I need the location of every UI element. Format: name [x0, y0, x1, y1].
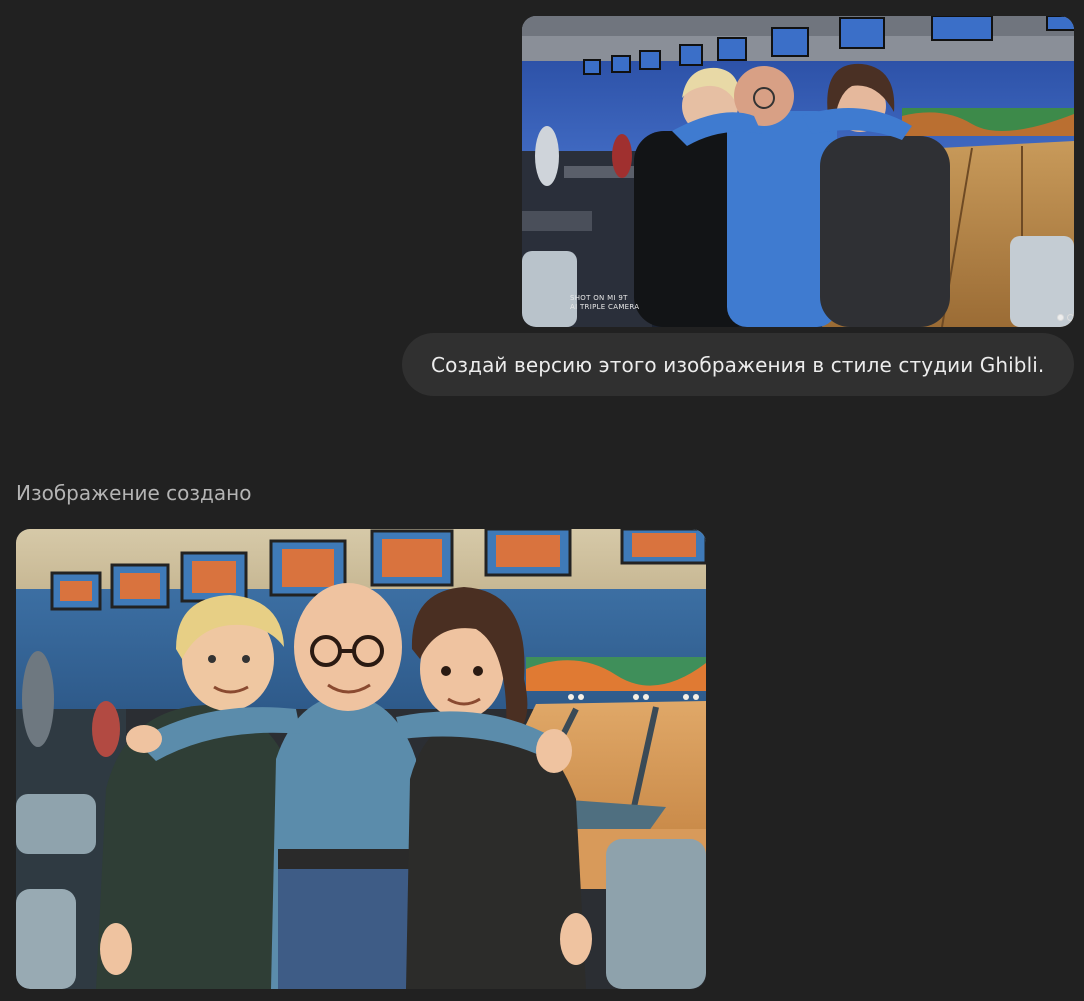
user-message-bubble: Создай версию этого изображения в стиле … [402, 333, 1074, 396]
generated-illustration [16, 529, 706, 989]
camera-watermark-dots [1057, 314, 1074, 321]
watermark-line-2: AI TRIPLE CAMERA [570, 303, 640, 311]
user-message-text: Создай версию этого изображения в стиле … [431, 352, 1045, 377]
image-created-label: Изображение создано [16, 481, 252, 505]
user-uploaded-photo[interactable]: SHOT ON MI 9T AI TRIPLE CAMERA [522, 16, 1074, 327]
generated-image[interactable] [16, 529, 706, 989]
camera-watermark: SHOT ON MI 9T AI TRIPLE CAMERA [570, 294, 639, 312]
photo-illustration [522, 16, 1074, 327]
watermark-line-1: SHOT ON MI 9T [570, 294, 628, 302]
